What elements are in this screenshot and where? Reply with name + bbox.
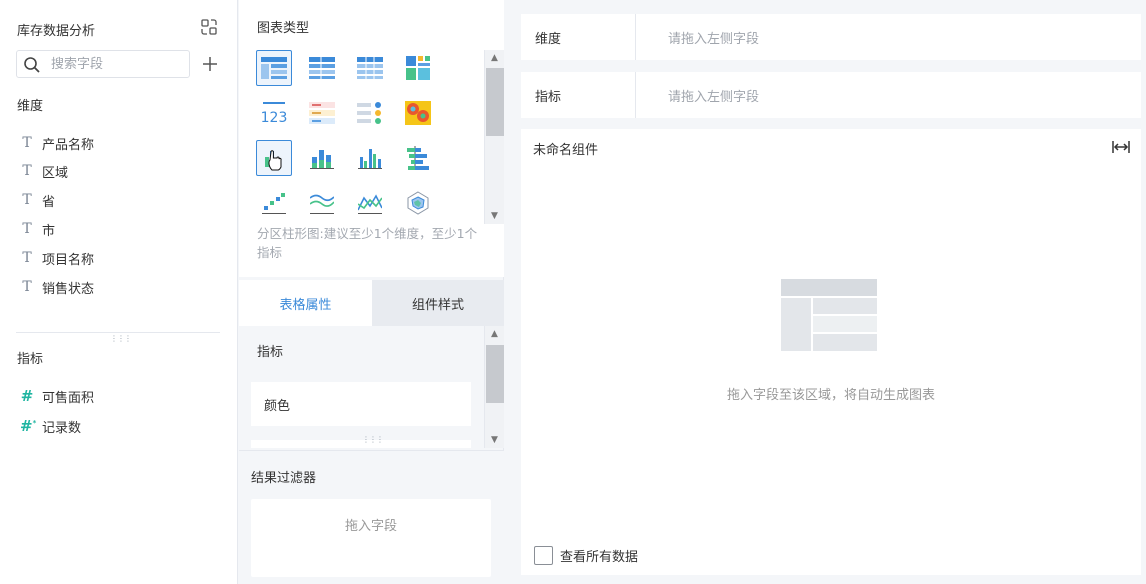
dataset-title: 库存数据分析 [17, 24, 96, 39]
widget-title[interactable]: 未命名组件 [533, 139, 598, 158]
dimension-drop-row[interactable]: 维度 请拖入左侧字段 [521, 14, 1141, 60]
result-filter: 结果过滤器 拖入字段 [239, 450, 504, 584]
properties-scrollbar[interactable]: ▲ ▼ [484, 326, 504, 448]
text-type-icon: T [22, 163, 32, 179]
line-icon[interactable] [352, 185, 388, 221]
scroll-down-icon[interactable]: ▼ [485, 435, 504, 445]
table-icon[interactable] [256, 50, 292, 86]
empty-table-icon [781, 279, 877, 351]
stacked-bar-icon[interactable] [304, 140, 340, 176]
cross-table-icon[interactable] [304, 50, 340, 86]
config-tabs: 表格属性 组件样式 [239, 280, 504, 326]
dimension-row-label: 维度 [535, 32, 562, 47]
measure-row-label: 指标 [535, 90, 562, 105]
field-label: 区域 [42, 165, 69, 181]
heatmap-icon[interactable] [400, 95, 436, 131]
resize-handle[interactable]: ⋮⋮⋮ [110, 335, 132, 343]
field-label: 产品名称 [42, 137, 95, 153]
multi-line-icon[interactable] [304, 185, 340, 221]
chart-type-header: 图表类型 [257, 21, 310, 36]
view-all-checkbox[interactable] [534, 546, 553, 565]
add-field-icon[interactable] [201, 55, 219, 73]
partition-bar-icon[interactable] [256, 140, 292, 176]
scroll-up-icon[interactable]: ▲ [485, 329, 504, 339]
text-type-icon: T [22, 250, 32, 266]
measure-drop-placeholder: 请拖入左侧字段 [668, 90, 760, 105]
kpi-number-icon[interactable]: 123 [256, 95, 292, 131]
tab-table-properties[interactable]: 表格属性 [239, 280, 372, 326]
measure-drop-row[interactable]: 指标 请拖入左侧字段 [521, 72, 1141, 118]
scroll-up-icon[interactable]: ▲ [485, 53, 504, 63]
scroll-thumb[interactable] [486, 345, 504, 403]
row-separator [635, 72, 636, 118]
chart-type-hint: 分区柱形图:建议至少1个维度，至少1个指标 [257, 226, 478, 260]
number-type-icon: # [20, 387, 34, 405]
color-block-icon[interactable] [400, 50, 436, 86]
scroll-thumb[interactable] [486, 68, 504, 136]
config-panel: 图表类型 123 ▲ ▼ 分区柱形图:建议至少1个维度，至少1个指标 表格属性 … [239, 0, 504, 584]
text-type-icon: T [22, 192, 32, 208]
measure-prop-label: 指标 [257, 345, 284, 360]
property-row[interactable] [251, 440, 471, 448]
dataset-panel: 库存数据分析 维度 T产品名称 T区域 T省 T市 T项目名称 T销售状态 ⋮⋮… [0, 0, 238, 584]
color-label: 颜色 [264, 398, 291, 414]
chart-type-scrollbar[interactable]: ▲ ▼ [484, 50, 504, 224]
canvas-area: 维度 请拖入左侧字段 指标 请拖入左侧字段 未命名组件 拖入字段至该区域，将自动… [505, 0, 1146, 584]
search-input[interactable] [51, 54, 185, 74]
scatter-icon[interactable] [256, 185, 292, 221]
chart-widget[interactable]: 未命名组件 拖入字段至该区域，将自动生成图表 查看所有数据 [521, 129, 1141, 575]
kpi-table-icon[interactable] [304, 95, 340, 131]
view-all-data-toggle[interactable]: 查看所有数据 [534, 546, 638, 565]
properties-panel: 指标 颜色 ▲ ▼ ⋮⋮⋮ [239, 326, 504, 448]
dimension-field[interactable]: T 项目名称 [20, 248, 94, 268]
field-label: 省 [42, 194, 56, 210]
measures-label: 指标 [17, 352, 44, 367]
dimension-field[interactable]: T 产品名称 [20, 133, 94, 153]
empty-hint: 拖入字段至该区域，将自动生成图表 [726, 388, 935, 403]
calculated-number-icon: #* [20, 417, 37, 435]
expand-width-icon[interactable] [1111, 138, 1131, 156]
field-label: 市 [42, 223, 56, 239]
svg-text:123: 123 [261, 110, 287, 125]
color-property[interactable]: 颜色 [251, 382, 471, 426]
filter-drop-placeholder: 拖入字段 [344, 519, 397, 534]
view-all-label: 查看所有数据 [560, 550, 639, 565]
result-filter-label: 结果过滤器 [251, 471, 317, 486]
tab-component-style[interactable]: 组件样式 [372, 280, 504, 326]
text-type-icon: T [22, 221, 32, 237]
resize-handle[interactable]: ⋮⋮⋮ [362, 436, 384, 444]
panel-divider [16, 332, 220, 333]
field-label: 销售状态 [42, 281, 95, 297]
text-type-icon: T [22, 135, 32, 151]
search-icon [24, 57, 40, 73]
filter-drop-zone[interactable]: 拖入字段 [251, 499, 491, 577]
field-search[interactable] [16, 50, 190, 78]
measure-field[interactable]: # 可售面积 [20, 386, 94, 406]
dimension-field[interactable]: T 销售状态 [20, 277, 94, 297]
switch-dataset-icon[interactable] [200, 18, 218, 36]
text-type-icon: T [22, 279, 32, 295]
dimension-drop-placeholder: 请拖入左侧字段 [668, 32, 760, 47]
dimensions-label: 维度 [17, 99, 44, 114]
scroll-down-icon[interactable]: ▼ [485, 211, 504, 221]
measure-field[interactable]: #* 记录数 [20, 416, 81, 436]
kpi-dot-icon[interactable] [352, 95, 388, 131]
row-separator [635, 14, 636, 60]
field-label: 可售面积 [42, 390, 95, 406]
dimension-field[interactable]: T市 [20, 219, 55, 239]
detail-table-icon[interactable] [352, 50, 388, 86]
dimension-field[interactable]: T 区域 [20, 161, 68, 181]
dimension-field[interactable]: T省 [20, 190, 55, 210]
radar-icon[interactable] [400, 185, 436, 221]
horizontal-bar-icon[interactable] [400, 140, 436, 176]
field-label: 项目名称 [42, 252, 95, 268]
grouped-bar-icon[interactable] [352, 140, 388, 176]
chart-type-panel: 图表类型 123 ▲ ▼ 分区柱形图:建议至少1个维度，至少1个指标 [239, 0, 504, 277]
field-label: 记录数 [42, 420, 82, 436]
